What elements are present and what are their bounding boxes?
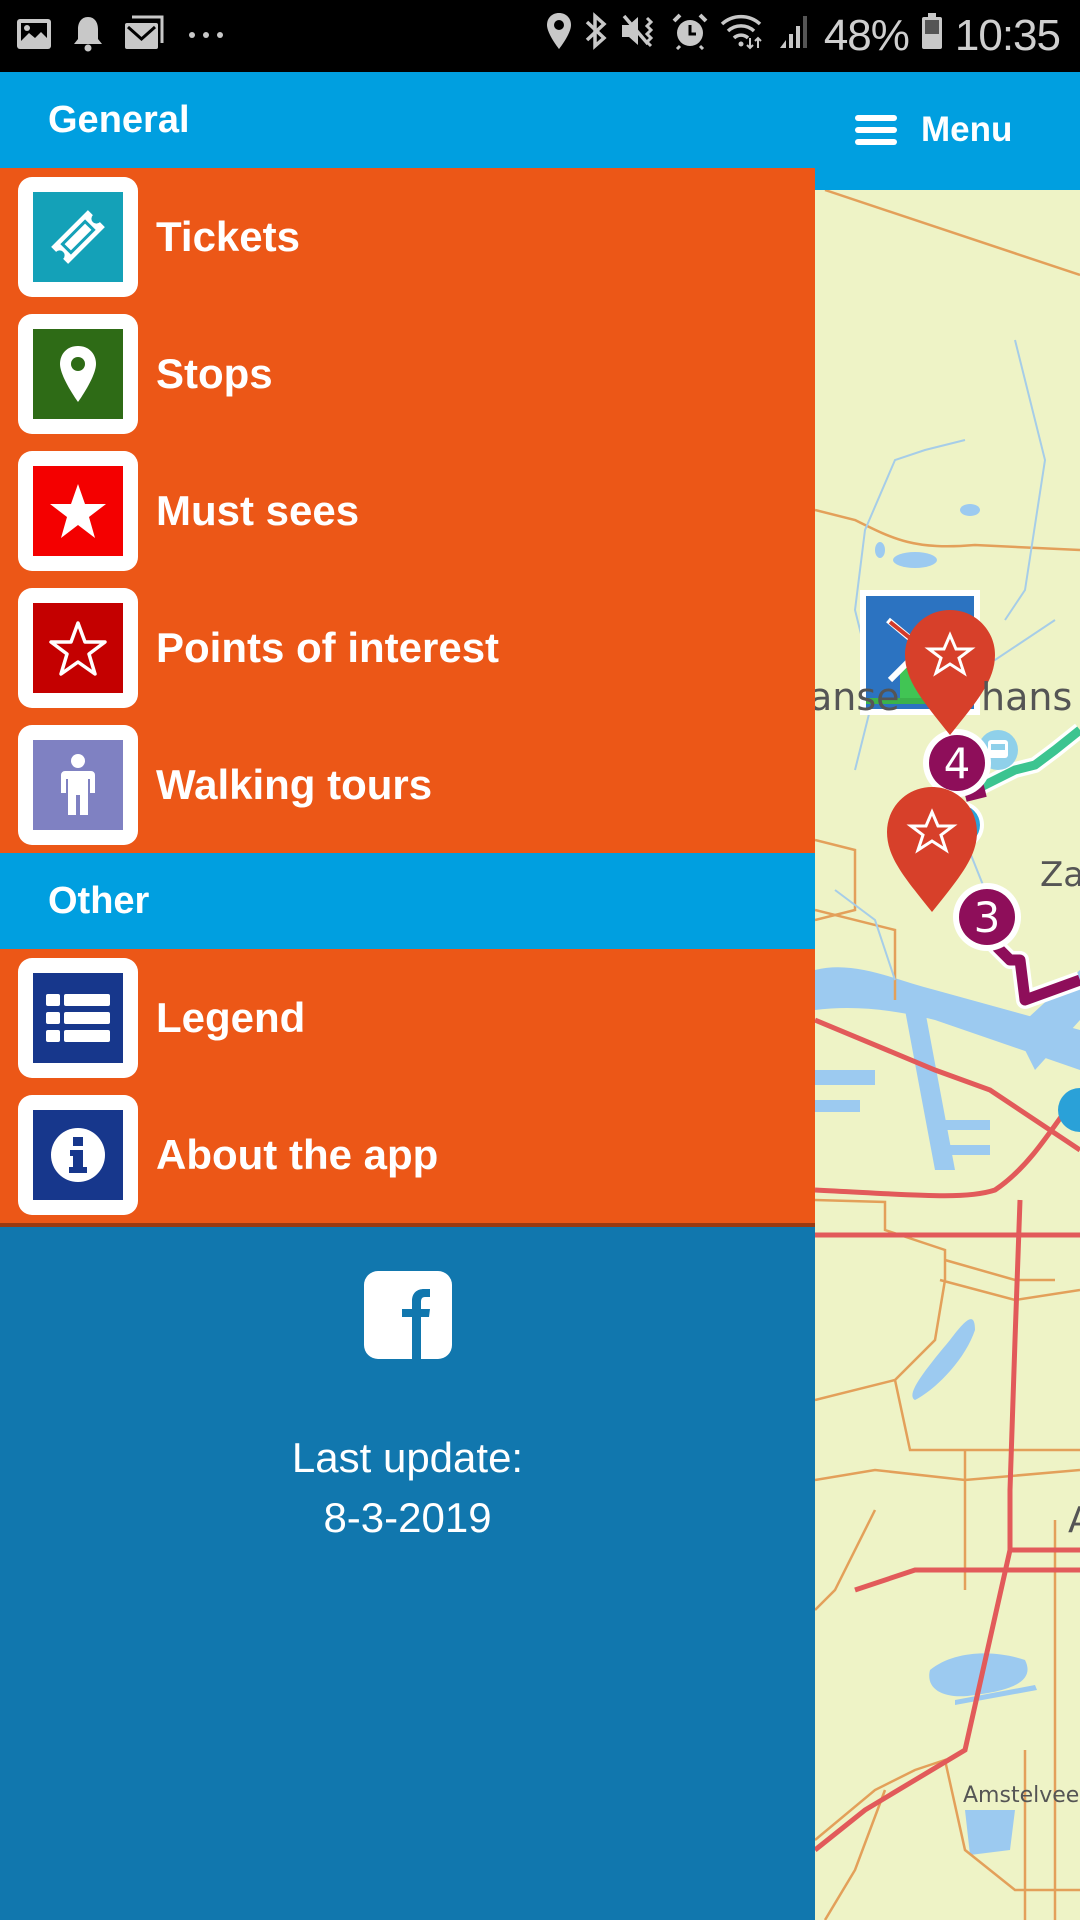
star-filled-icon [33, 465, 123, 556]
icon-frame [18, 450, 138, 571]
nav-label: Stops [156, 349, 273, 397]
star-outline-icon [33, 602, 123, 693]
nav-label: Legend [156, 993, 306, 1041]
last-update-label: Last update: [291, 1434, 524, 1481]
nav-label: Walking tours [156, 760, 433, 808]
map-pin-icon [33, 328, 123, 419]
hamburger-icon [855, 115, 897, 145]
nav-item-points-of-interest[interactable]: Points of interest [0, 579, 815, 716]
mail-icon [124, 15, 166, 58]
menu-button[interactable]: Menu [855, 102, 1012, 158]
status-bar: 48% 10:35 [0, 0, 1080, 72]
stop-number-marker: 4 [923, 729, 991, 797]
section-header-general: General [0, 72, 815, 168]
gallery-icon [16, 16, 52, 57]
map-label-town: Za [1040, 855, 1080, 895]
nav-item-walking-tours[interactable]: Walking tours [0, 716, 815, 853]
map-view[interactable]: 4 3 anse hans Za A Amstelveen [815, 190, 1080, 1920]
location-icon [546, 12, 572, 60]
icon-frame [18, 587, 138, 708]
other-items: Legend About the app [0, 949, 815, 1223]
alarm-icon [672, 12, 708, 60]
icon-frame [18, 1094, 138, 1215]
facebook-icon[interactable] [363, 1271, 452, 1359]
nav-item-about-the-app[interactable]: About the app [0, 1086, 815, 1223]
app-bar: Menu [815, 72, 1080, 190]
wifi-icon [720, 12, 766, 60]
bell-icon [72, 15, 104, 58]
map-label-town: Amstelveen [963, 1783, 1080, 1808]
nav-label: Tickets [156, 212, 300, 260]
drawer-footer: Last update: 8-3-2019 [0, 1227, 815, 1548]
navigation-drawer: General Tickets Stops Must sees Points o… [0, 72, 815, 1920]
nav-label: Points of interest [156, 623, 500, 671]
section-header-other: Other [0, 853, 815, 949]
map-label-town: A [1068, 1500, 1080, 1541]
list-icon [33, 972, 123, 1063]
map-label-town: anse [815, 675, 900, 719]
nav-item-stops[interactable]: Stops [0, 305, 815, 442]
battery-percent: 48% [823, 11, 910, 60]
clock: 10:35 [954, 11, 1061, 60]
general-items: Tickets Stops Must sees Points of intere… [0, 168, 815, 853]
nav-item-tickets[interactable]: Tickets [0, 168, 815, 305]
nav-item-legend[interactable]: Legend [0, 949, 815, 1086]
icon-frame [18, 176, 138, 297]
last-update-date: 8-3-2019 [323, 1494, 492, 1541]
nav-item-must-sees[interactable]: Must sees [0, 442, 815, 579]
info-icon [33, 1109, 123, 1200]
more-dots-icon [186, 27, 226, 45]
person-icon [33, 739, 123, 830]
nav-label: Must sees [156, 486, 360, 534]
stop-number-label: 3 [974, 893, 1001, 942]
stop-number-marker: 3 [953, 883, 1021, 951]
bus-stop-marker [1058, 1088, 1080, 1132]
map-canvas: 4 3 [815, 190, 1080, 1920]
nav-label: About the app [156, 1130, 439, 1178]
battery-icon [921, 12, 943, 60]
icon-frame [18, 957, 138, 1078]
icon-frame [18, 724, 138, 845]
signal-icon [778, 12, 812, 60]
map-label-town: hans [981, 675, 1073, 719]
vibrate-mute-icon [620, 12, 660, 60]
menu-label: Menu [921, 110, 1013, 149]
bluetooth-icon [584, 12, 608, 60]
ticket-icon [33, 191, 123, 282]
stop-number-label: 4 [944, 739, 971, 788]
last-update: Last update: 8-3-2019 [0, 1428, 815, 1548]
icon-frame [18, 313, 138, 434]
